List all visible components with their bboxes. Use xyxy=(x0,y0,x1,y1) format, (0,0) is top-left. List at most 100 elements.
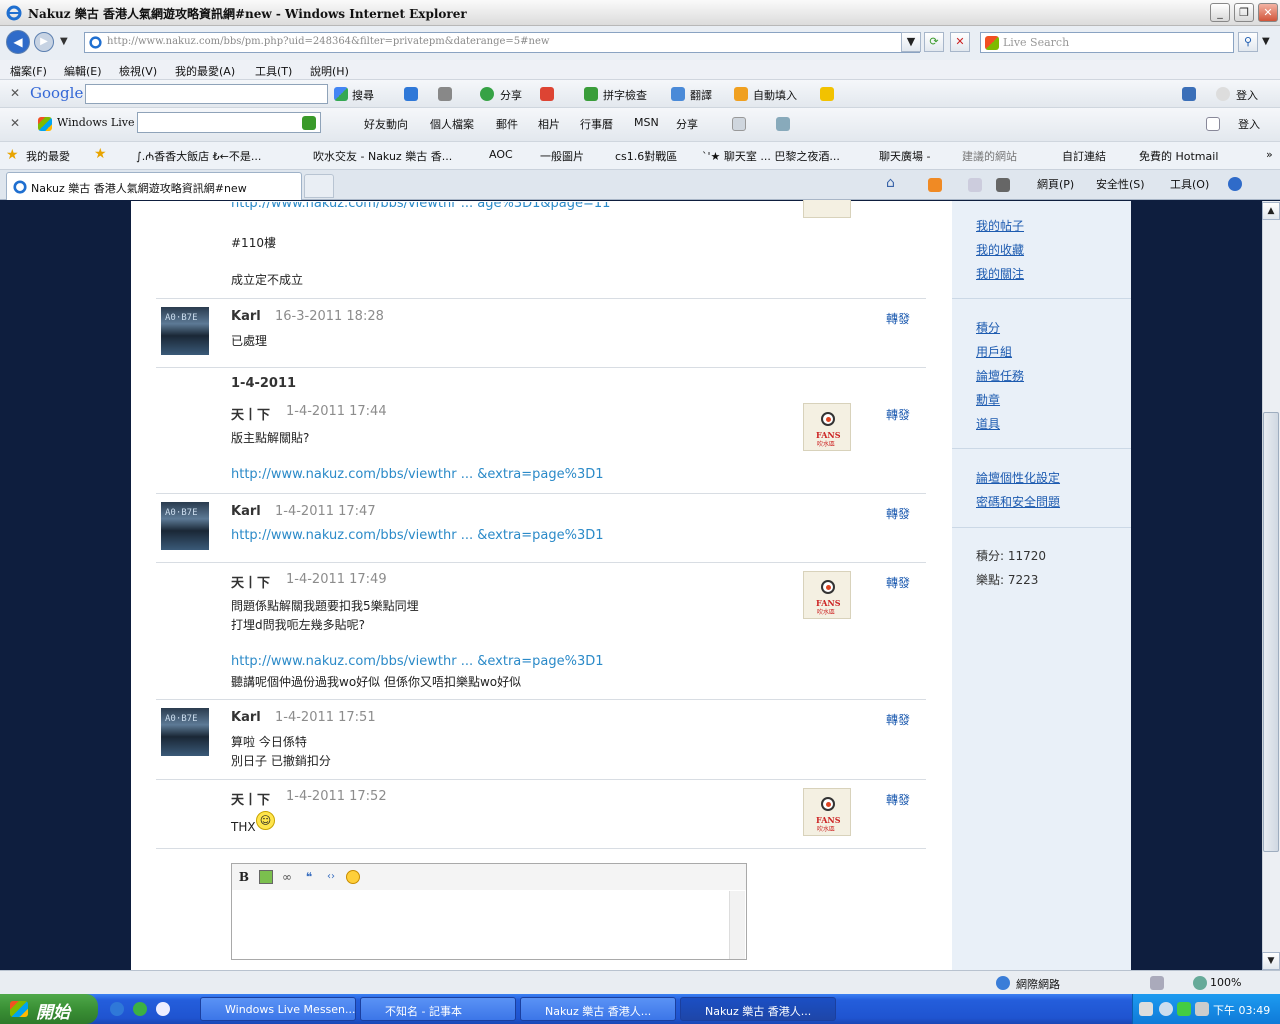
live-photos-button[interactable]: 相片 xyxy=(538,116,560,132)
google-search-button[interactable]: 搜尋 xyxy=(352,87,374,103)
volume-icon[interactable] xyxy=(1195,1002,1209,1016)
fav-link-2[interactable]: 吹水交友 - Nakuz 樂古 香... xyxy=(313,148,452,164)
google-search-input[interactable] xyxy=(85,84,328,104)
menu-view[interactable]: 檢視(V) xyxy=(119,63,157,79)
fav-link-5[interactable]: cs1.6對戰區 xyxy=(615,148,677,164)
sidebar-password-security[interactable]: 密碼和安全問題 xyxy=(976,493,1060,510)
post-author[interactable]: 天丨下 xyxy=(231,789,270,808)
history-dropdown-icon[interactable]: ▼ xyxy=(60,36,68,47)
sidebar-medals[interactable]: 勳章 xyxy=(976,391,1000,408)
sidebar-my-posts[interactable]: 我的帖子 xyxy=(976,217,1024,234)
live-signin-button[interactable]: 登入 xyxy=(1238,116,1260,132)
bold-button[interactable]: B xyxy=(237,870,251,884)
live-search-input[interactable] xyxy=(137,112,321,133)
page-menu-button[interactable]: 網頁(P) xyxy=(1037,176,1074,192)
live-tools-icon[interactable] xyxy=(776,117,790,131)
forward-link[interactable]: 轉發 xyxy=(886,574,910,591)
task-ie-2[interactable]: Nakuz 樂古 香港人... xyxy=(680,997,836,1021)
link-button[interactable]: ∞ xyxy=(280,870,294,884)
post-author[interactable]: Karl xyxy=(231,504,261,519)
menu-help[interactable]: 說明(H) xyxy=(310,63,349,79)
forward-button[interactable]: ▶ xyxy=(34,32,54,52)
back-button[interactable]: ◀ xyxy=(6,30,30,54)
quote-button[interactable]: ❝ xyxy=(302,870,316,884)
live-share-button[interactable]: 分享 xyxy=(676,116,698,132)
sidebar-user-group[interactable]: 用戶組 xyxy=(976,343,1012,360)
fav-custom-links[interactable]: 自訂連結 xyxy=(1062,148,1106,164)
image-button[interactable] xyxy=(259,870,273,884)
keyboard-icon[interactable] xyxy=(1139,1002,1153,1016)
scroll-thumb[interactable] xyxy=(1263,412,1279,852)
fav-link-1[interactable]: ∫.₼香香大飯店 ₺←不是... xyxy=(136,148,261,164)
tab-active[interactable]: Nakuz 樂古 香港人氣網遊攻略資訊網#new xyxy=(6,172,302,200)
add-icon[interactable] xyxy=(404,87,418,101)
fav-link-6[interactable]: `'★ 聊天室 ... 巴黎之夜酒... xyxy=(702,148,840,164)
fav-link-4[interactable]: 一般圖片 xyxy=(540,148,584,164)
block-icon[interactable] xyxy=(540,87,554,101)
fav-link-3[interactable]: AOC xyxy=(489,148,513,161)
quicklaunch-media-icon[interactable] xyxy=(133,1002,147,1016)
tray-expand-icon[interactable] xyxy=(1159,1002,1173,1016)
post-author[interactable]: 天丨下 xyxy=(231,404,270,423)
post-link[interactable]: http://www.nakuz.com/bbs/viewthr ... &ex… xyxy=(231,654,604,669)
post-link[interactable]: http://www.nakuz.com/bbs/viewthr ... &ex… xyxy=(231,467,604,482)
forward-link[interactable]: 轉發 xyxy=(886,406,910,423)
fav-hotmail[interactable]: 免費的 Hotmail xyxy=(1139,148,1218,164)
task-messenger[interactable]: Windows Live Messen... xyxy=(200,997,356,1021)
help-icon[interactable] xyxy=(1228,177,1242,191)
search-go-icon[interactable]: ⚲ xyxy=(1238,32,1258,52)
new-tab-button[interactable] xyxy=(304,174,334,198)
stop-icon[interactable]: ✕ xyxy=(950,32,970,52)
post-author[interactable]: Karl xyxy=(231,309,261,324)
mail-icon[interactable] xyxy=(968,178,982,192)
live-menu-icon[interactable] xyxy=(732,117,746,131)
forward-link[interactable]: 轉發 xyxy=(886,711,910,728)
address-dropdown-icon[interactable]: ▼ xyxy=(901,32,921,52)
network-icon[interactable] xyxy=(1177,1002,1191,1016)
favorites-button[interactable]: 我的最愛 xyxy=(26,148,70,164)
menu-edit[interactable]: 編輯(E) xyxy=(64,63,102,79)
fav-link-7[interactable]: 聊天廣場 - xyxy=(879,148,930,164)
forward-link[interactable]: 轉發 xyxy=(886,791,910,808)
menu-file[interactable]: 檔案(F) xyxy=(10,63,47,79)
pencil-icon[interactable] xyxy=(820,87,834,101)
code-button[interactable]: ‹› xyxy=(324,870,338,884)
refresh-icon[interactable]: ⟳ xyxy=(924,32,944,52)
popup-icon[interactable] xyxy=(438,87,452,101)
post-link[interactable]: http://www.nakuz.com/bbs/viewthr ... &ex… xyxy=(231,528,604,543)
sidebar-personalize[interactable]: 論壇個性化設定 xyxy=(976,469,1060,486)
editor-scrollbar[interactable] xyxy=(729,891,745,959)
sidebar-items[interactable]: 道具 xyxy=(976,415,1000,432)
menu-favorites[interactable]: 我的最愛(A) xyxy=(175,63,235,79)
safety-menu-button[interactable]: 安全性(S) xyxy=(1096,176,1145,192)
forward-link[interactable]: 轉發 xyxy=(886,310,910,327)
live-msn-button[interactable]: MSN xyxy=(634,116,659,129)
favorites-overflow-icon[interactable]: » xyxy=(1266,148,1273,161)
wrench-icon[interactable] xyxy=(1182,87,1196,101)
live-mail-button[interactable]: 郵件 xyxy=(496,116,518,132)
translate-button[interactable]: 翻譯 xyxy=(690,87,712,103)
live-calendar-button[interactable]: 行事曆 xyxy=(580,116,613,132)
start-button[interactable]: 開始 xyxy=(0,994,98,1024)
quicklaunch-ie-icon[interactable] xyxy=(110,1002,124,1016)
spellcheck-button[interactable]: 拼字檢查 xyxy=(603,87,647,103)
tools-menu-button[interactable]: 工具(O) xyxy=(1170,176,1209,192)
zoom-level[interactable]: 100% xyxy=(1210,976,1241,989)
close-toolbar-icon[interactable]: ✕ xyxy=(10,86,20,100)
home-icon[interactable]: ⌂ xyxy=(886,175,895,191)
autofill-button[interactable]: 自動填入 xyxy=(753,87,797,103)
add-favorite-icon[interactable]: ★ xyxy=(94,146,107,162)
task-ie-1[interactable]: Nakuz 樂古 香港人... xyxy=(520,997,676,1021)
live-friends-button[interactable]: 好友動向 xyxy=(364,116,408,132)
reply-editor[interactable]: B ∞ ❝ ‹› xyxy=(231,863,747,960)
protected-mode-icon[interactable] xyxy=(1150,976,1164,990)
scroll-down-icon[interactable]: ▼ xyxy=(1262,952,1280,970)
live-profile-button[interactable]: 個人檔案 xyxy=(430,116,474,132)
search-options-icon[interactable]: ▼ xyxy=(1262,36,1270,47)
menu-tools[interactable]: 工具(T) xyxy=(255,63,292,79)
forward-link[interactable]: 轉發 xyxy=(886,505,910,522)
sidebar-credits[interactable]: 積分 xyxy=(976,319,1000,336)
sidebar-my-follows[interactable]: 我的關注 xyxy=(976,265,1024,282)
feeds-icon[interactable] xyxy=(928,178,942,192)
post-author[interactable]: Karl xyxy=(231,710,261,725)
